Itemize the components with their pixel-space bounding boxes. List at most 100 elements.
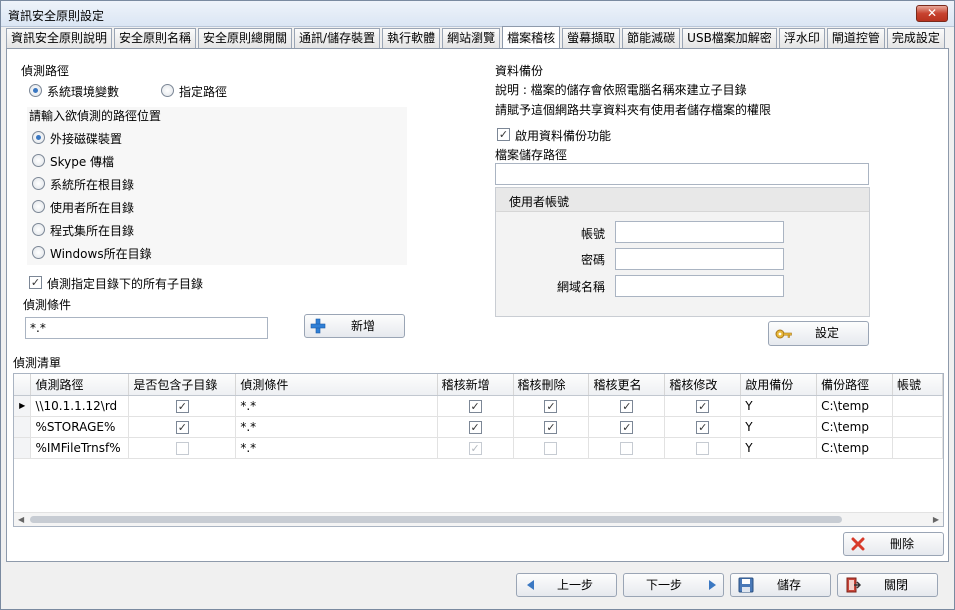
grid-column-header-7[interactable]: 啟用備份 [740, 374, 818, 396]
cell-audit-delete[interactable] [513, 437, 590, 459]
cell-audit-add[interactable]: ✓ [437, 416, 514, 438]
tab-7[interactable]: 螢幕擷取 [562, 28, 621, 49]
cell-path[interactable]: \\10.1.1.12\rd [30, 395, 130, 417]
cell-backup-path[interactable]: C:\temp [816, 437, 893, 459]
row-header-cell[interactable] [14, 437, 32, 459]
horizontal-scrollbar[interactable]: ◀ ▶ [14, 512, 943, 526]
scrollbar-thumb[interactable] [30, 516, 842, 523]
password-input[interactable] [615, 248, 784, 270]
grid-column-header-2[interactable]: 偵測條件 [235, 374, 438, 396]
cell-audit-delete[interactable]: ✓ [513, 395, 590, 417]
grid-checkbox[interactable] [175, 441, 189, 455]
grid-column-header-3[interactable]: 稽核新增 [437, 374, 514, 396]
cell-condition[interactable]: *.* [235, 416, 438, 438]
path-option-radio-2[interactable] [32, 177, 45, 190]
tab-11[interactable]: 閘道控管 [826, 28, 885, 49]
path-option-radio-4[interactable] [32, 223, 45, 236]
row-header-cell[interactable] [14, 416, 32, 438]
table-row[interactable]: %IMFileTrnsf% *.* ✓ Y C:\temp [14, 437, 943, 459]
cell-subdirs[interactable]: ✓ [128, 416, 237, 438]
cell-account[interactable] [892, 416, 943, 438]
radio-env-var[interactable] [29, 84, 42, 97]
save-button[interactable]: 儲存 [730, 573, 831, 597]
grid-checkbox[interactable]: ✓ [468, 441, 482, 455]
grid-column-header-6[interactable]: 稽核修改 [664, 374, 742, 396]
grid-column-header-8[interactable]: 備份路徑 [816, 374, 893, 396]
table-row[interactable]: ▶ \\10.1.1.12\rd ✓ *.* ✓ ✓ ✓ ✓ Y C:\temp [14, 395, 943, 417]
cell-backup[interactable]: Y [740, 416, 818, 438]
grid-checkbox[interactable]: ✓ [544, 399, 558, 413]
grid-column-header-1[interactable]: 是否包含子目錄 [128, 374, 237, 396]
scroll-right-icon[interactable]: ▶ [933, 513, 939, 526]
cell-backup-path[interactable]: C:\temp [816, 416, 893, 438]
tab-12[interactable]: 完成設定 [886, 28, 945, 49]
cell-audit-rename[interactable] [588, 437, 666, 459]
condition-input[interactable]: *.* [25, 317, 268, 339]
grid-checkbox[interactable] [544, 441, 558, 455]
scroll-left-icon[interactable]: ◀ [18, 513, 24, 526]
tab-3[interactable]: 通訊/儲存裝置 [294, 28, 381, 49]
grid-column-header-4[interactable]: 稽核刪除 [513, 374, 590, 396]
backup-settings-button[interactable]: 設定 [768, 321, 869, 346]
cell-account[interactable] [892, 437, 943, 459]
cell-subdirs[interactable] [128, 437, 237, 459]
backup-path-input[interactable] [495, 163, 869, 185]
close-window-button[interactable]: ✕ [916, 5, 948, 22]
grid-checkbox[interactable]: ✓ [696, 399, 710, 413]
delete-button[interactable]: 刪除 [843, 532, 944, 556]
cell-path[interactable]: %IMFileTrnsf% [30, 437, 130, 459]
tab-5[interactable]: 網站瀏覽 [442, 28, 501, 49]
radio-custom-path[interactable] [161, 84, 174, 97]
grid-column-header-5[interactable]: 稽核更名 [588, 374, 666, 396]
table-row[interactable]: %STORAGE% ✓ *.* ✓ ✓ ✓ ✓ Y C:\temp [14, 416, 943, 438]
tab-1[interactable]: 安全原則名稱 [114, 28, 197, 49]
grid-checkbox[interactable]: ✓ [468, 420, 482, 434]
path-option-radio-5[interactable] [32, 246, 45, 259]
cell-backup-path[interactable]: C:\temp [816, 395, 893, 417]
grid-checkbox[interactable]: ✓ [696, 420, 710, 434]
cell-backup[interactable]: Y [740, 437, 818, 459]
cell-audit-modify[interactable]: ✓ [664, 416, 742, 438]
cell-audit-add[interactable]: ✓ [437, 395, 514, 417]
cell-audit-rename[interactable]: ✓ [588, 416, 666, 438]
grid-checkbox[interactable] [620, 441, 634, 455]
tab-10[interactable]: 浮水印 [778, 28, 825, 49]
grid-checkbox[interactable]: ✓ [620, 420, 634, 434]
grid-checkbox[interactable]: ✓ [620, 399, 634, 413]
include-subdirs-checkbox[interactable]: ✓ [29, 276, 42, 289]
grid-checkbox[interactable]: ✓ [175, 399, 189, 413]
domain-input[interactable] [615, 275, 784, 297]
cell-condition[interactable]: *.* [235, 437, 438, 459]
path-option-radio-1[interactable] [32, 154, 45, 167]
prev-button[interactable]: 上一步 [516, 573, 617, 597]
tab-8[interactable]: 節能減碳 [622, 28, 681, 49]
path-option-radio-0[interactable] [32, 131, 45, 144]
cell-path[interactable]: %STORAGE% [30, 416, 130, 438]
grid-checkbox[interactable] [696, 441, 710, 455]
grid-checkbox[interactable]: ✓ [544, 420, 558, 434]
cell-audit-modify[interactable] [664, 437, 742, 459]
grid-column-header-0[interactable]: 偵測路徑 [30, 374, 130, 396]
path-option-radio-3[interactable] [32, 200, 45, 213]
cell-subdirs[interactable]: ✓ [128, 395, 237, 417]
cell-audit-add[interactable]: ✓ [437, 437, 514, 459]
close-button[interactable]: 關閉 [837, 573, 938, 597]
account-input[interactable] [615, 221, 784, 243]
cell-account[interactable] [892, 395, 943, 417]
cell-audit-delete[interactable]: ✓ [513, 416, 590, 438]
tab-0[interactable]: 資訊安全原則說明 [6, 28, 113, 49]
tab-4[interactable]: 執行軟體 [382, 28, 441, 49]
add-condition-button[interactable]: 新增 [304, 314, 405, 338]
cell-condition[interactable]: *.* [235, 395, 438, 417]
grid-checkbox[interactable]: ✓ [175, 420, 189, 434]
grid-checkbox[interactable]: ✓ [468, 399, 482, 413]
row-header-cell[interactable]: ▶ [14, 395, 32, 417]
tab-2[interactable]: 安全原則總開關 [198, 28, 293, 49]
tab-9[interactable]: USB檔案加解密 [682, 28, 777, 49]
tab-6[interactable]: 檔案稽核 [502, 26, 561, 49]
cell-backup[interactable]: Y [740, 395, 818, 417]
enable-backup-checkbox[interactable]: ✓ [497, 128, 510, 141]
grid-column-header-9[interactable]: 帳號 [892, 374, 943, 396]
next-button[interactable]: 下一步 [623, 573, 724, 597]
cell-audit-modify[interactable]: ✓ [664, 395, 742, 417]
